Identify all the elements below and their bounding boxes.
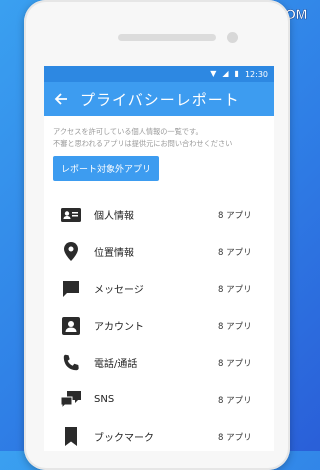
location-pin-icon (61, 242, 81, 262)
phone-camera (227, 32, 238, 43)
list-item-messages[interactable]: メッセージ 8 アプリ (44, 270, 274, 307)
list-item-count: 8 アプリ (218, 395, 252, 406)
back-arrow-icon[interactable] (54, 92, 72, 106)
list-item-label: SNS (94, 394, 115, 405)
list-item-label: 電話/通話 (94, 359, 138, 370)
list-item-count: 8 アプリ (218, 284, 252, 295)
wifi-icon: ▼ (210, 69, 217, 78)
app-screen: ▼ ◢ ▮ 12:30 プライバシーレポート アクセスを許可している個人情報の一… (44, 66, 274, 451)
list-item-phone[interactable]: 電話/通話 8 アプリ (44, 344, 274, 381)
list-item-personal-info[interactable]: 個人情報 8 アプリ (44, 196, 274, 233)
chat-bubbles-icon (61, 390, 81, 410)
list-item-bookmark[interactable]: ブックマーク 8 アプリ (44, 418, 274, 451)
excluded-apps-button[interactable]: レポート対象外アプリ (53, 156, 160, 181)
list-item-sns[interactable]: SNS 8 アプリ (44, 381, 274, 418)
status-time: 12:30 (244, 69, 268, 79)
description-line-2: 不審と思われるアプリは提供元にお問い合わせください (53, 139, 233, 148)
description-line-1: アクセスを許可している個人情報の一覧です。 (53, 127, 203, 136)
signal-icon: ◢ (222, 69, 229, 78)
description: アクセスを許可している個人情報の一覧です。 不審と思われるアプリは提供元にお問い… (44, 116, 274, 150)
list-item-label: ブックマーク (94, 433, 154, 444)
list-item-label: アカウント (94, 322, 144, 333)
phone-icon (61, 353, 81, 373)
status-bar: ▼ ◢ ▮ 12:30 (44, 66, 274, 82)
permission-list: 個人情報 8 アプリ 位置情報 8 アプリ メッセージ 8 アプリ アカウント … (44, 196, 274, 451)
list-item-label: 個人情報 (94, 211, 134, 222)
id-card-icon (61, 205, 81, 225)
app-bar: プライバシーレポート (44, 82, 274, 116)
list-item-count: 8 アプリ (218, 247, 252, 258)
list-item-account[interactable]: アカウント 8 アプリ (44, 307, 274, 344)
account-icon (61, 316, 81, 336)
list-item-label: 位置情報 (94, 248, 134, 259)
message-icon (61, 279, 81, 299)
phone-speaker (118, 34, 216, 41)
list-item-location[interactable]: 位置情報 8 アプリ (44, 233, 274, 270)
list-item-count: 8 アプリ (218, 210, 252, 221)
battery-icon: ▮ (234, 69, 239, 78)
list-item-count: 8 アプリ (218, 321, 252, 332)
list-item-count: 8 アプリ (218, 432, 252, 443)
bookmark-icon (61, 427, 81, 447)
list-item-label: メッセージ (94, 285, 144, 296)
page-title: プライバシーレポート (80, 90, 240, 109)
list-item-count: 8 アプリ (218, 358, 252, 369)
